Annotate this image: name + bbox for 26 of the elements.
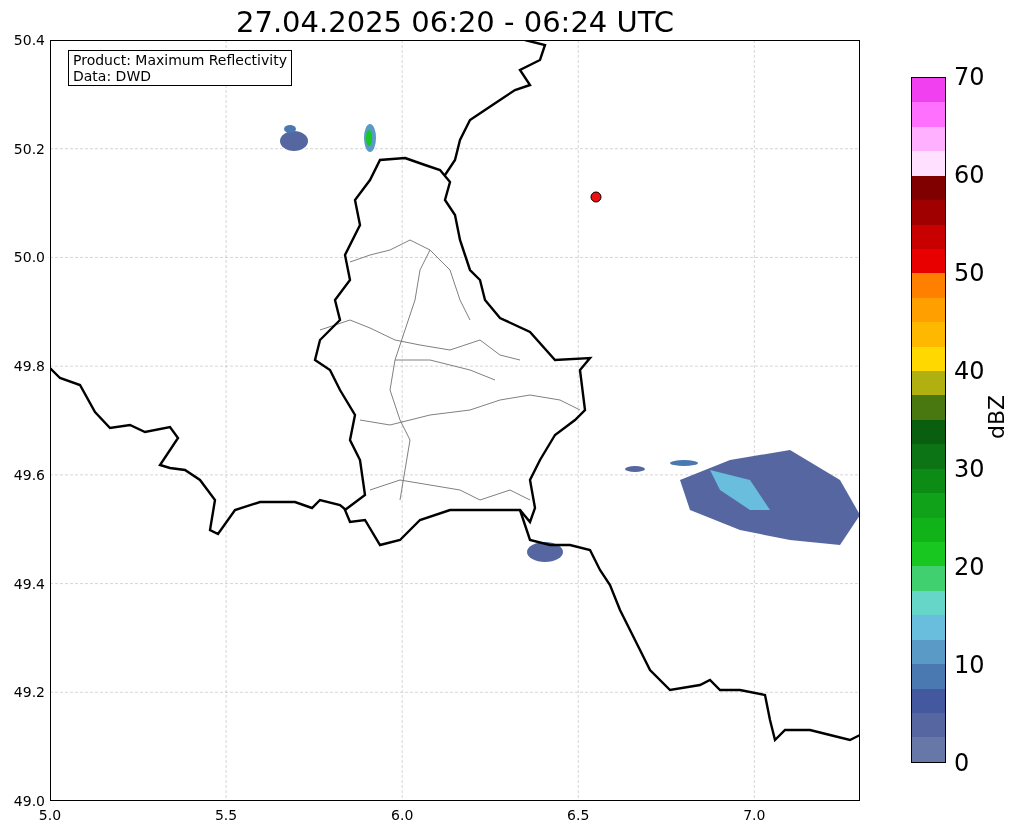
colorbar-label: dBZ <box>984 394 1011 440</box>
latitude-tick-label: 50.0 <box>13 249 45 266</box>
info-text: Product: Maximum Reflectivity <box>73 52 287 68</box>
colorbar-tick-label: 10 <box>954 651 985 679</box>
longitude-tick-label: 6.0 <box>391 807 414 823</box>
chart-title: 27.04.2025 06:20 - 06:24 UTC <box>235 4 675 40</box>
colorbar-tick-label: 30 <box>954 455 985 483</box>
location-marker-icon <box>590 191 602 203</box>
latitude-tick-label: 49.4 <box>13 575 45 592</box>
longitude-tick-label: 7.0 <box>743 807 766 823</box>
longitude-tick-label: 5.5 <box>214 807 238 823</box>
latitude-tick-label: 49.8 <box>13 358 45 375</box>
colorbar-tick-label: 70 <box>954 63 985 91</box>
longitude-tick-label: 6.5 <box>567 807 590 823</box>
latitude-tick-label: 49.2 <box>13 684 45 701</box>
colorbar-tick-label: 20 <box>954 553 985 581</box>
latitude-tick-label: 50.2 <box>13 140 45 157</box>
longitude-tick-label: 5.0 <box>38 807 62 823</box>
latitude-tick-label: 49.0 <box>13 793 45 809</box>
info-text: Data: DWD <box>73 68 152 84</box>
colorbar-tick-label: 50 <box>954 259 985 287</box>
colorbar-tick-label: 0 <box>954 749 970 777</box>
latitude-tick-label: 49.6 <box>13 466 45 483</box>
colorbar-tick-label: 60 <box>954 161 985 189</box>
colorbar-tick-label: 40 <box>954 357 985 385</box>
latitude-tick-label: 50.4 <box>13 32 45 48</box>
